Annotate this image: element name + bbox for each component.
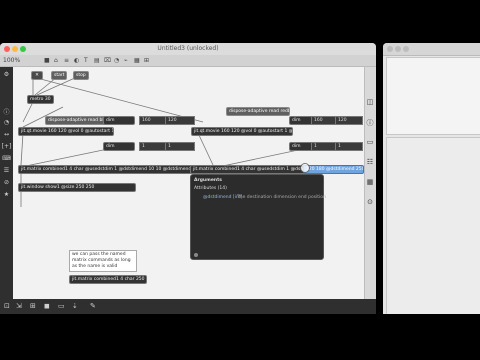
lock-icon[interactable]: ⊡ (4, 302, 10, 310)
toggle-object[interactable]: ✕ (31, 71, 43, 80)
camera-icon[interactable]: ⊙ (364, 198, 376, 206)
qtmovie-object-2[interactable]: jit.qt.movie 160 120 @vol 0 @autostart 1… (191, 127, 293, 136)
popup-heading: Arguments (194, 178, 222, 183)
popup-attributes[interactable]: Attributes (14) (194, 186, 227, 191)
presentation-icon[interactable]: ⇲ (16, 302, 22, 310)
window-icon[interactable]: ▭ (58, 302, 65, 310)
connect-icon[interactable]: ↔ (0, 131, 13, 138)
close-icon[interactable] (387, 46, 393, 52)
popup-item-desc: The destination dimension end position (237, 195, 326, 200)
window-icon[interactable]: ▭ (364, 138, 376, 146)
grid-icon[interactable]: ⊞ (144, 57, 149, 64)
matrix-object-1[interactable]: jit.matrix combined1 4 char @usedstdim 1… (18, 165, 194, 174)
dial-icon[interactable]: ◔ (114, 57, 119, 64)
star-icon[interactable]: ★ (0, 191, 13, 198)
read-message-1[interactable]: dispose-adaptive read blacksmov (45, 116, 111, 125)
new-object-icon[interactable]: ■ (44, 57, 50, 64)
dim-object-2[interactable]: dim (103, 142, 135, 151)
dim-number-3b[interactable]: 120 (335, 116, 363, 125)
info-icon[interactable]: ⓘ (364, 118, 376, 128)
minimize-icon[interactable] (395, 46, 401, 52)
panel-icon[interactable]: ▤ (94, 57, 100, 64)
inspector-icon[interactable]: ◫ (364, 98, 376, 106)
grid-icon[interactable]: ⊞ (30, 302, 36, 310)
stop-message[interactable]: stop (73, 71, 89, 80)
slider-icon[interactable]: ⌁ (124, 57, 128, 64)
comment-icon[interactable]: T (84, 57, 88, 64)
patcher-toolbar: 100% ■ ⌂ ≡ ◐ T ▤ ⌧ ◔ ⌁ ▦ ⊞ (0, 55, 376, 67)
grid-icon[interactable]: ▦ (364, 178, 376, 186)
dim-number-4b[interactable]: 1 (335, 142, 363, 151)
matrix-object-3[interactable]: jit.matrix combined1 4 char 250 250 (69, 275, 147, 284)
metro-object[interactable]: metro 30 (27, 95, 54, 104)
toggle-icon[interactable]: ◐ (74, 57, 79, 64)
secondary-window (383, 43, 480, 314)
message-icon[interactable]: ⌂ (54, 57, 58, 64)
matrix-object-2[interactable]: jit.matrix combined1 4 char @usedstdim 1… (190, 165, 306, 174)
matrix-selected-args[interactable]: 120 180 @dstdimend 250 (303, 165, 364, 174)
window-title: Untitled3 (unlocked) (157, 45, 219, 52)
comment-text: we can pass the named matrix commands as… (69, 250, 137, 272)
window-object[interactable]: jit.window show1 @size 250 250 (18, 183, 136, 192)
clock-icon[interactable]: ◔ (0, 119, 13, 126)
left-sidebar: ⚙ ⓘ ◔ ↔ [+] ⌨ ☰ ⊘ ★ (0, 67, 13, 299)
list-icon[interactable]: ≡ (64, 57, 69, 64)
bottom-toolbar: ⊡ ⇲ ⊞ ◼ ▭ ⇣ ✎ (0, 299, 376, 314)
keyboard-icon[interactable]: ⌨ (0, 155, 13, 162)
start-message[interactable]: start (51, 71, 68, 80)
qtmovie-object-1[interactable]: jit.qt.movie 160 120 @vol 0 @autostart 1… (18, 127, 114, 136)
popup-dot-icon (194, 253, 198, 257)
dim-object-1[interactable]: dim (103, 116, 135, 125)
number-icon[interactable]: ⌧ (104, 57, 111, 64)
zoom-level[interactable]: 100% (3, 57, 20, 64)
argument-hint-popup: Arguments Attributes (14) @dstdimend [in… (190, 174, 326, 260)
bracket-icon[interactable]: [+] (0, 143, 13, 150)
stop-icon[interactable]: ◼ (44, 302, 50, 310)
settings-icon[interactable]: ⚙ (0, 71, 13, 78)
download-icon[interactable]: ⇣ (72, 302, 78, 310)
mute-icon[interactable]: ⊘ (0, 179, 13, 186)
dim-number-2b[interactable]: 1 (165, 142, 195, 151)
zoom-icon[interactable] (403, 46, 409, 52)
list-icon[interactable]: ☰ (0, 167, 13, 174)
cursor-indicator (300, 163, 310, 173)
dim-number-1b[interactable]: 120 (165, 116, 195, 125)
right-toolbar: ◫ ⓘ ▭ ☷ ▦ ⊙ (364, 98, 376, 228)
matrix-icon[interactable]: ▦ (134, 57, 140, 64)
secondary-panel-top (386, 57, 480, 135)
info-icon[interactable]: ⓘ (0, 107, 13, 116)
wrench-icon[interactable]: ✎ (90, 302, 96, 310)
secondary-panel-bottom (386, 137, 480, 314)
read-message-2[interactable]: dispose-adaptive read redball.mov (226, 107, 290, 116)
secondary-title-bar (383, 43, 480, 56)
list-icon[interactable]: ☷ (364, 158, 376, 166)
